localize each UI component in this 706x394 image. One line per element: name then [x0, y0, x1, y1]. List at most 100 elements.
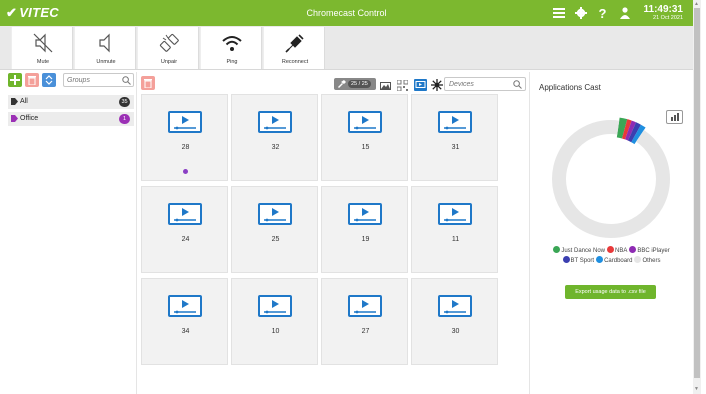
page-scrollbar[interactable]: ▲ ▼	[693, 0, 701, 394]
device-count: 25 / 25	[348, 80, 371, 88]
group-item-all[interactable]: All 35	[8, 95, 134, 109]
group-search-input[interactable]	[67, 75, 121, 86]
unpair-label: Unpair	[160, 59, 178, 65]
device-number: 31	[451, 144, 460, 151]
scroll-thumb[interactable]	[694, 8, 700, 378]
legend-label: Cardboard	[604, 258, 633, 264]
search-icon[interactable]	[122, 76, 131, 85]
legend-row: Just Dance Now NBA BBC iPlayer	[530, 246, 693, 256]
screen-cast-icon	[168, 295, 202, 317]
device-tile[interactable]: 32	[231, 94, 318, 181]
donut-slice-bbc-iplayer	[624, 120, 637, 141]
add-group-button[interactable]	[8, 73, 22, 87]
group-count-badge: 35	[119, 97, 130, 107]
export-csv-button[interactable]: Export usage data to .csv file	[565, 285, 656, 299]
tag-icon	[11, 98, 18, 105]
scroll-up-arrow[interactable]: ▲	[694, 1, 699, 7]
donut-slice-others	[552, 120, 670, 238]
device-number: 10	[271, 328, 280, 335]
donut-slice-cardboard	[631, 124, 646, 145]
delete-devices-button[interactable]	[141, 76, 155, 90]
device-tile[interactable]: 19	[321, 186, 408, 273]
groups-panel: All 35 Office 1	[8, 72, 134, 129]
mute-button[interactable]: Mute	[11, 27, 73, 69]
legend-label: Others	[642, 258, 661, 264]
device-tile[interactable]: 15	[321, 94, 408, 181]
legend-label: NBA	[615, 248, 628, 254]
chevron-up-down-icon	[45, 75, 53, 85]
legend-swatch	[634, 256, 642, 263]
search-icon[interactable]	[513, 80, 522, 89]
device-count-filter[interactable]: 25 / 25	[334, 78, 376, 90]
legend-swatch	[629, 246, 637, 253]
screen-cast-icon	[348, 111, 382, 133]
ping-label: Ping	[226, 59, 238, 65]
device-number: 32	[271, 144, 280, 151]
gear-icon[interactable]	[574, 6, 588, 20]
delete-group-button[interactable]	[25, 73, 39, 87]
unpair-button[interactable]: Unpair	[137, 27, 199, 69]
unmute-button[interactable]: Unmute	[74, 27, 136, 69]
device-number: 24	[181, 236, 190, 243]
screen-cast-icon	[348, 203, 382, 225]
screen-cast-icon	[168, 203, 202, 225]
group-item-office[interactable]: Office 1	[8, 112, 134, 126]
help-icon[interactable]: ?	[596, 6, 610, 21]
reconnect-label: Reconnect	[281, 59, 309, 65]
list-icon[interactable]	[552, 6, 566, 20]
screen-cast-icon	[258, 295, 292, 317]
legend-item[interactable]: BBC iPlayer	[629, 246, 670, 256]
legend-swatch	[562, 256, 570, 263]
legend-item[interactable]: Others	[634, 256, 660, 266]
cast-icon	[338, 80, 346, 88]
scroll-down-arrow[interactable]: ▼	[694, 386, 699, 392]
legend-item[interactable]: Just Dance Now	[553, 246, 605, 256]
screen-cast-icon	[348, 295, 382, 317]
unmute-icon	[99, 33, 110, 53]
group-list: All 35 Office 1	[8, 95, 134, 126]
device-tile[interactable]: 30	[411, 278, 498, 365]
plus-icon	[10, 75, 20, 85]
unpair-icon	[159, 33, 179, 52]
legend-row: BT Sport Cardboard Others	[530, 256, 693, 266]
screen-cast-icon	[438, 203, 472, 225]
screen-cast-icon	[438, 295, 472, 317]
donut-slice-just-dance-now	[616, 117, 628, 139]
donut-slice-nba	[621, 119, 632, 140]
header-actions: ? 11:49:31 21 Oct 2021	[552, 3, 683, 23]
device-tile[interactable]: 31	[411, 94, 498, 181]
user-icon[interactable]	[618, 6, 632, 20]
device-search-box	[444, 77, 526, 91]
trash-icon	[28, 76, 36, 85]
reconnect-button[interactable]: Reconnect	[263, 27, 325, 69]
device-tile[interactable]: 34	[141, 278, 228, 365]
device-tile[interactable]: 11	[411, 186, 498, 273]
legend-label: BBC iPlayer	[637, 248, 670, 254]
ping-button[interactable]: Ping	[200, 27, 262, 69]
legend-item[interactable]: BT Sport	[562, 256, 594, 266]
legend-item[interactable]: Cardboard	[596, 256, 632, 266]
app-window: ✔ VITEC Chromecast Control ? 11:49:31 21 …	[0, 0, 706, 394]
group-name: All	[20, 98, 28, 105]
groups-tools	[8, 72, 134, 88]
screen-cast-icon	[168, 111, 202, 133]
device-tile[interactable]: 25	[231, 186, 318, 273]
device-tile[interactable]: 24	[141, 186, 228, 273]
clock-time: 11:49:31	[643, 3, 683, 15]
legend-swatch	[607, 246, 614, 253]
legend-item[interactable]: NBA	[607, 246, 627, 256]
device-number: 27	[361, 328, 370, 335]
legend-swatch	[596, 256, 604, 263]
clock: 11:49:31 21 Oct 2021	[643, 3, 683, 22]
device-tile[interactable]: 28	[141, 94, 228, 181]
device-number: 34	[181, 328, 190, 335]
device-search-input[interactable]	[449, 79, 513, 90]
device-number: 11	[451, 236, 460, 243]
device-tile[interactable]: 10	[231, 278, 318, 365]
expand-groups-button[interactable]	[42, 73, 56, 87]
top-bar: ✔ VITEC Chromecast Control ? 11:49:31 21 …	[0, 0, 693, 26]
devices-toolbar: 25 / 25	[141, 76, 526, 92]
device-tile[interactable]: 27	[321, 278, 408, 365]
group-search-box	[63, 73, 134, 87]
device-number: 28	[181, 144, 190, 151]
